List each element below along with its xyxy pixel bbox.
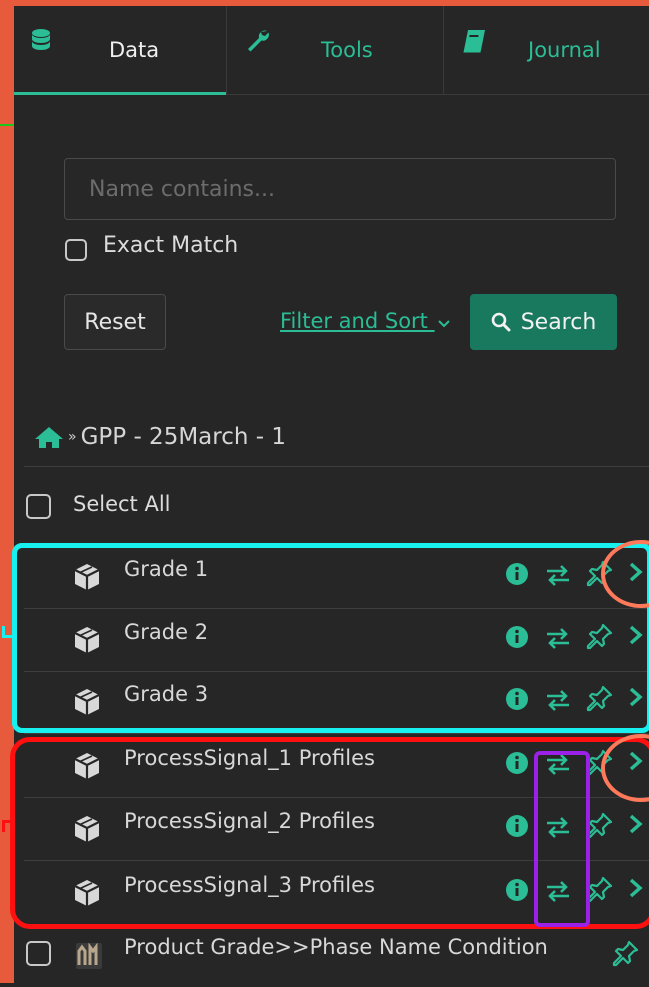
- tab-data[interactable]: Data: [14, 6, 227, 95]
- pin-icon[interactable]: [586, 684, 614, 716]
- tab-tools[interactable]: Tools: [227, 6, 444, 94]
- breadcrumb-separator: »: [68, 429, 77, 445]
- info-icon[interactable]: [504, 686, 530, 716]
- divider: [24, 797, 649, 798]
- divider: [24, 608, 649, 609]
- wrench-icon: [245, 28, 271, 58]
- tab-bar: Data Tools Journal: [14, 6, 649, 95]
- cube-icon: [72, 625, 102, 659]
- list-item[interactable]: ProcessSignal_3 Profiles: [24, 863, 649, 925]
- item-name: ProcessSignal_3 Profiles: [124, 873, 375, 897]
- swap-icon[interactable]: [544, 687, 572, 717]
- info-icon[interactable]: [504, 624, 530, 654]
- select-all-label: Select All: [73, 492, 171, 516]
- condition-icon: [76, 942, 102, 973]
- pin-icon[interactable]: [586, 559, 614, 591]
- search-button-label: Search: [520, 309, 597, 335]
- home-icon[interactable]: [34, 425, 64, 449]
- search-input[interactable]: [64, 158, 616, 220]
- cube-icon: [72, 687, 102, 721]
- swap-icon[interactable]: [544, 878, 572, 908]
- breadcrumb: » GPP - 25March - 1: [34, 424, 286, 450]
- item-name: ProcessSignal_1 Profiles: [124, 746, 375, 770]
- cube-icon: [72, 562, 102, 596]
- list-item-condition[interactable]: Product Grade>>Phase Name Condition: [24, 925, 649, 987]
- list-item[interactable]: ProcessSignal_2 Profiles: [24, 799, 649, 861]
- swap-icon[interactable]: [544, 562, 572, 592]
- list-item[interactable]: Grade 1: [24, 547, 649, 609]
- database-icon: [30, 28, 52, 58]
- info-icon[interactable]: [504, 813, 530, 843]
- swap-icon[interactable]: [544, 814, 572, 844]
- tab-journal[interactable]: Journal: [444, 6, 649, 94]
- filter-sort-label: Filter and Sort: [280, 309, 428, 333]
- chevron-right-icon[interactable]: [628, 686, 644, 712]
- swap-icon[interactable]: [544, 751, 572, 781]
- divider: [24, 545, 649, 546]
- pin-icon[interactable]: [586, 811, 614, 843]
- chevron-right-icon[interactable]: [628, 813, 644, 839]
- item-name: Grade 2: [124, 620, 209, 644]
- reset-button[interactable]: Reset: [64, 294, 166, 350]
- pin-icon[interactable]: [586, 748, 614, 780]
- exact-match-checkbox[interactable]: [65, 239, 87, 261]
- search-button[interactable]: Search: [470, 294, 617, 350]
- swap-icon[interactable]: [544, 625, 572, 655]
- divider: [24, 733, 649, 734]
- divider: [24, 466, 649, 467]
- tab-label: Tools: [321, 38, 373, 62]
- pin-icon[interactable]: [612, 939, 640, 971]
- select-all-checkbox[interactable]: [26, 494, 51, 519]
- cube-icon: [72, 878, 102, 912]
- exact-match-label: Exact Match: [103, 233, 239, 258]
- info-icon[interactable]: [504, 750, 530, 780]
- tab-label: Data: [109, 38, 160, 62]
- filter-sort-link[interactable]: Filter and Sort: [280, 309, 451, 334]
- breadcrumb-current[interactable]: GPP - 25March - 1: [81, 424, 286, 450]
- item-name: Grade 3: [124, 682, 209, 706]
- item-checkbox[interactable]: [26, 941, 51, 966]
- info-icon[interactable]: [504, 561, 530, 591]
- list-item[interactable]: Grade 2: [24, 610, 649, 672]
- cube-icon: [72, 751, 102, 785]
- chevron-right-icon[interactable]: [628, 877, 644, 903]
- tab-label: Journal: [528, 38, 601, 62]
- search-icon: [491, 312, 511, 332]
- chevron-down-icon: [437, 310, 451, 334]
- book-icon: [460, 28, 488, 58]
- list-item[interactable]: ProcessSignal_1 Profiles: [24, 736, 649, 798]
- cube-icon: [72, 814, 102, 848]
- item-name: ProcessSignal_2 Profiles: [124, 809, 375, 833]
- list-item[interactable]: Grade 3: [24, 672, 649, 734]
- green-marker: [0, 124, 14, 126]
- item-name: Product Grade>>Phase Name Condition: [124, 935, 548, 959]
- chevron-right-icon[interactable]: [628, 750, 644, 776]
- pin-icon[interactable]: [586, 622, 614, 654]
- chevron-right-icon[interactable]: [628, 561, 644, 587]
- pin-icon[interactable]: [586, 875, 614, 907]
- divider: [24, 860, 649, 861]
- chevron-right-icon[interactable]: [628, 624, 644, 650]
- item-name: Grade 1: [124, 557, 209, 581]
- info-icon[interactable]: [504, 877, 530, 907]
